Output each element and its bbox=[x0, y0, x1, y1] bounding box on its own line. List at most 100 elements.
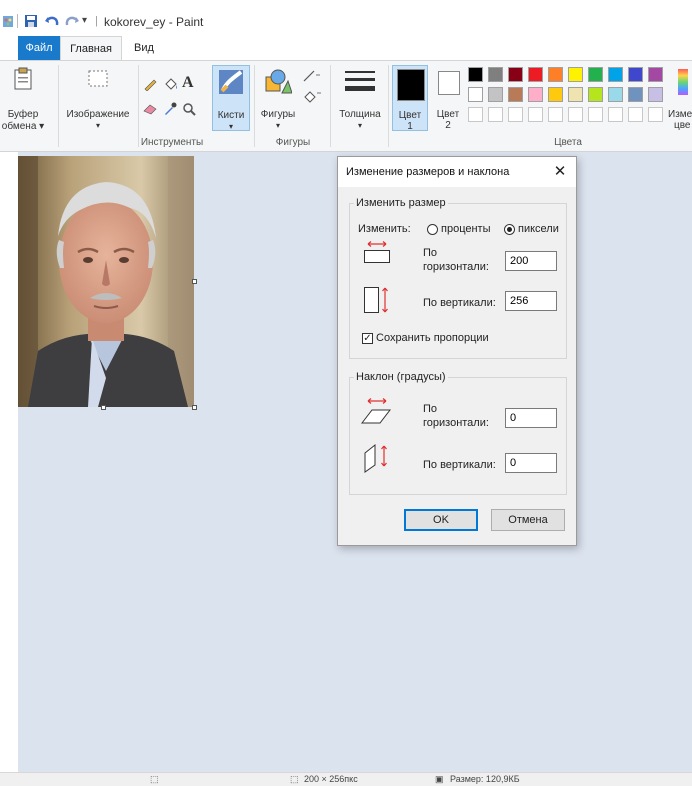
horizontal-label: По bbox=[423, 247, 438, 259]
color1-label-2: 1 bbox=[407, 121, 413, 132]
skew-group: Наклон (градусы) bbox=[349, 371, 567, 495]
color2-label: Цвет bbox=[436, 109, 460, 120]
custom-color-slot[interactable] bbox=[508, 107, 523, 122]
color-swatch[interactable] bbox=[468, 87, 483, 102]
tab-home[interactable]: Главная bbox=[60, 36, 122, 60]
brush-icon bbox=[217, 68, 245, 99]
color1-label: Цвет bbox=[398, 110, 422, 121]
eraser-icon[interactable] bbox=[143, 103, 157, 118]
color-swatch[interactable] bbox=[608, 67, 623, 82]
image-button[interactable]: Изображение ▾ bbox=[62, 65, 134, 131]
brushes-button[interactable]: Кисти ▾ bbox=[212, 65, 250, 131]
pencil-icon[interactable] bbox=[143, 77, 157, 94]
tools-group-label: Инструменты bbox=[140, 137, 204, 148]
skew-horizontal-input[interactable] bbox=[505, 408, 557, 428]
fill-icon[interactable] bbox=[163, 77, 178, 94]
customize-dropdown-icon[interactable]: ▾ bbox=[82, 15, 87, 26]
color-swatch[interactable] bbox=[548, 87, 563, 102]
color-swatch[interactable] bbox=[468, 67, 483, 82]
undo-icon[interactable] bbox=[44, 14, 60, 31]
ok-button[interactable]: OK bbox=[404, 509, 478, 531]
dialog-title-bar: Изменение размеров и наклона ✕ bbox=[338, 157, 576, 187]
portrait-photo[interactable] bbox=[18, 156, 194, 407]
close-icon[interactable]: ✕ bbox=[550, 162, 570, 182]
shapes-button[interactable]: Фигуры ▾ bbox=[258, 65, 298, 131]
divider bbox=[254, 65, 255, 147]
custom-color-slot[interactable] bbox=[608, 107, 623, 122]
color-swatch[interactable] bbox=[488, 87, 503, 102]
select-icon bbox=[86, 67, 110, 94]
thickness-icon bbox=[345, 69, 375, 98]
color-picker-icon[interactable] bbox=[163, 102, 177, 119]
custom-color-slot[interactable] bbox=[468, 107, 483, 122]
tab-file[interactable]: Файл bbox=[18, 36, 60, 60]
color1-button[interactable]: Цвет 1 bbox=[392, 65, 428, 132]
vertical-label: По вертикали: bbox=[423, 297, 496, 309]
skew-group-label: Наклон (градусы) bbox=[356, 371, 446, 383]
color-swatch[interactable] bbox=[588, 67, 603, 82]
save-icon[interactable] bbox=[24, 14, 38, 31]
color-swatch[interactable] bbox=[508, 87, 523, 102]
color-swatch[interactable] bbox=[628, 67, 643, 82]
shape-fill-icon[interactable] bbox=[302, 89, 322, 106]
horizontal-resize-icon bbox=[362, 240, 392, 267]
resize-group-label: Изменить размер bbox=[356, 197, 446, 209]
color-swatch[interactable] bbox=[488, 67, 503, 82]
canvas-size-icon: ⬚ bbox=[290, 774, 299, 784]
color-swatch[interactable] bbox=[528, 67, 543, 82]
shapes-label: Фигуры bbox=[260, 109, 296, 120]
color-swatch[interactable] bbox=[508, 67, 523, 82]
percent-radio[interactable] bbox=[427, 224, 438, 235]
color-swatch[interactable] bbox=[548, 67, 563, 82]
title-bar: ▾ | kokorev_ey - Paint bbox=[0, 8, 692, 36]
custom-color-slot[interactable] bbox=[528, 107, 543, 122]
color-swatch[interactable] bbox=[608, 87, 623, 102]
edit-colors-button[interactable]: Изме цве bbox=[668, 65, 692, 131]
horizontal-label-2: горизонтали: bbox=[423, 261, 489, 273]
color-swatch[interactable] bbox=[628, 87, 643, 102]
color-swatch[interactable] bbox=[528, 87, 543, 102]
color-swatch[interactable] bbox=[568, 67, 583, 82]
colors-group-label: Цвета bbox=[554, 137, 582, 148]
color2-button[interactable]: Цвет 2 bbox=[432, 65, 464, 131]
custom-color-slot[interactable] bbox=[628, 107, 643, 122]
canvas-size-text: 200 × 256пкс bbox=[304, 774, 358, 784]
tab-view[interactable]: Вид bbox=[124, 36, 164, 60]
window-title: kokorev_ey - Paint bbox=[104, 15, 204, 29]
resize-handle-bottom[interactable] bbox=[101, 405, 106, 410]
resize-skew-dialog: Изменение размеров и наклона ✕ Изменить … bbox=[337, 156, 577, 546]
color1-swatch bbox=[397, 69, 425, 101]
skew-vertical-label: По вертикали: bbox=[423, 459, 496, 471]
custom-color-slot[interactable] bbox=[568, 107, 583, 122]
color-swatch[interactable] bbox=[568, 87, 583, 102]
divider bbox=[58, 65, 59, 147]
custom-color-slot[interactable] bbox=[588, 107, 603, 122]
paint-app-icon bbox=[2, 15, 14, 31]
redo-icon[interactable] bbox=[64, 14, 80, 31]
rainbow-icon bbox=[678, 69, 688, 95]
color-swatch[interactable] bbox=[648, 87, 663, 102]
color-swatch[interactable] bbox=[588, 87, 603, 102]
pixels-radio[interactable] bbox=[504, 224, 515, 235]
clipboard-button[interactable]: Буфер обмена ▾ bbox=[0, 65, 46, 132]
custom-color-slot[interactable] bbox=[548, 107, 563, 122]
keep-ratio-checkbox[interactable]: ✓ bbox=[362, 333, 373, 344]
vertical-size-input[interactable] bbox=[505, 291, 557, 311]
custom-color-slot[interactable] bbox=[488, 107, 503, 122]
thickness-label: Толщина bbox=[339, 109, 381, 120]
thickness-button[interactable]: Толщина ▾ bbox=[334, 65, 386, 131]
skew-vertical-input[interactable] bbox=[505, 453, 557, 473]
cancel-button[interactable]: Отмена bbox=[491, 509, 565, 531]
outline-icon[interactable] bbox=[302, 69, 322, 86]
selection-size-icon: ⬚ bbox=[150, 774, 159, 784]
divider bbox=[330, 65, 331, 147]
resize-handle-corner[interactable] bbox=[192, 405, 197, 410]
ribbon-tabs: Файл Главная Вид bbox=[0, 36, 692, 60]
text-tool-icon[interactable]: A bbox=[182, 74, 194, 92]
horizontal-size-input[interactable] bbox=[505, 251, 557, 271]
resize-handle-right[interactable] bbox=[192, 279, 197, 284]
custom-color-slot[interactable] bbox=[648, 107, 663, 122]
clipboard-label: Буфер bbox=[7, 109, 39, 120]
magnifier-icon[interactable] bbox=[182, 102, 196, 119]
color-swatch[interactable] bbox=[648, 67, 663, 82]
